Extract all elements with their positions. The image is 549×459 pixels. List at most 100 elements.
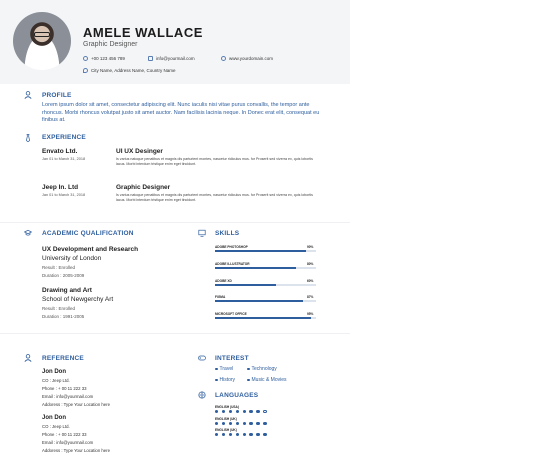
interest-item: History [215, 377, 235, 383]
address-contact: City Name, Address Name, Country Name [83, 68, 176, 73]
rating-dot-filled [242, 410, 246, 414]
rating-dot-filled [228, 421, 233, 425]
gamepad-icon [198, 355, 206, 361]
interest-item: Technology [247, 366, 277, 372]
candidate-role: Graphic Designer [83, 41, 138, 48]
reference-email: Email : info@yourmail.com [42, 440, 94, 445]
skill-name: ADOBE ILLUSTRATOR [215, 261, 250, 266]
interest-heading: INTEREST [215, 355, 249, 362]
rating-dot-filled [263, 421, 267, 425]
rating-dot-filled [249, 410, 253, 414]
rating-dot-filled [256, 421, 260, 425]
globe-icon [221, 56, 226, 61]
skill-percent: 90% [307, 245, 314, 249]
skill-bar [215, 250, 316, 252]
mail-icon [148, 56, 153, 61]
skill-bar-fill [215, 283, 276, 286]
address-text: City Name, Address Name, Country Name [91, 68, 176, 73]
reference-phone: Phone : + 00 11 222 33 [42, 386, 87, 391]
job-date: Jan 01 to March 31, 2018 [42, 157, 86, 161]
language-name: ENGLISH (UK) [215, 428, 237, 432]
skill-name: MICROSOFT OFFICE [215, 312, 247, 317]
skill-bar [215, 283, 316, 286]
language-rating [215, 410, 267, 414]
globe-icon [198, 391, 206, 399]
skill-bar-fill [215, 250, 306, 252]
reference-email: Email : info@yourmail.com [42, 394, 94, 399]
interest-label: Travel [219, 366, 234, 372]
profile-photo [13, 12, 71, 70]
rating-dot-filled [249, 421, 253, 425]
reference-phone: Phone : + 00 11 222 33 [42, 432, 87, 437]
job-description: Is varius natoque penatibus et magnis di… [116, 193, 313, 202]
section-divider [0, 222, 350, 223]
rating-dot-filled [221, 421, 226, 425]
skill-percent: 95% [307, 312, 314, 317]
reference-name: Jon Don [42, 369, 66, 375]
rating-dot-filled [228, 433, 233, 437]
rating-dot-filled [215, 410, 219, 414]
degree-title: UX Development and Research [42, 246, 139, 253]
bullet-icon [247, 378, 250, 382]
rating-dot-empty [263, 410, 267, 414]
reference-name: Jon Don [42, 415, 66, 421]
skill-bar [215, 317, 316, 320]
candidate-name: AMELE WALLACE [83, 25, 203, 40]
tie-icon [26, 134, 30, 142]
profile-text: Lorem ipsum dolor sit amet, consectetur … [42, 102, 320, 123]
academic-heading: ACADEMIC QUALIFICATION [42, 230, 134, 237]
rating-dot-filled [235, 410, 240, 414]
reference-address: Addoress : Type Your Location here [42, 448, 111, 453]
skill-name: ADOBE XD [215, 278, 232, 283]
school-name: School of Newgerchy Art [42, 296, 114, 303]
education-duration: Duration : 1991-2005 [42, 314, 85, 319]
website-text: www.yourdomain.com [229, 56, 274, 61]
skill-bar [215, 300, 316, 303]
rating-dot-filled [215, 433, 219, 437]
language-name: ENGLISH (UK) [215, 416, 237, 421]
interest-item: Music & Movies [247, 377, 287, 383]
skill-percent: 80% [307, 261, 314, 266]
bullet-icon [247, 367, 250, 371]
language-rating [215, 421, 267, 425]
profile-heading: PROFILE [42, 92, 72, 99]
bullet-icon [215, 367, 218, 371]
email-text: info@yourmail.com [156, 56, 195, 61]
resume-page: AMELE WALLACE Graphic Designer +00 123 4… [0, 0, 549, 459]
language-name: ENGLISH (USA) [215, 405, 239, 409]
education-result: Result : Enrolled [42, 265, 76, 270]
experience-heading: EXPERIENCE [42, 134, 86, 141]
reference-company: CO : Jeep Ltd. [42, 424, 70, 429]
skill-name: ADOBE PHOTOSHOP [215, 245, 248, 249]
rating-dot-filled [242, 421, 246, 425]
rating-dot-filled [221, 433, 226, 437]
rating-dot-filled [242, 433, 246, 437]
skills-heading: SKILLS [215, 230, 240, 237]
rating-dot-filled [235, 421, 240, 425]
skill-bar-fill [215, 317, 311, 320]
user-icon [24, 91, 32, 99]
degree-title: Drawing and Art [42, 287, 92, 294]
languages-heading: LANGUAGES [215, 392, 259, 399]
skill-name: FIGMA [215, 295, 226, 300]
skills-icon [198, 229, 206, 237]
reference-heading: REFERENCE [42, 355, 84, 362]
job-company: Envato Ltd. [42, 148, 78, 155]
language-rating [215, 433, 267, 437]
rating-dot-filled [249, 433, 253, 437]
phone-icon [83, 56, 88, 61]
rating-dot-filled [235, 433, 240, 437]
school-name: University of London [42, 255, 102, 262]
job-description: Is varius natoque penatibus et magnis di… [116, 157, 313, 166]
reference-address: Addoress : Type Your Location here [42, 402, 111, 407]
rating-dot-filled [256, 410, 260, 414]
reference-user-icon [24, 354, 32, 362]
interest-label: Technology [251, 366, 277, 372]
bullet-icon [215, 378, 218, 382]
reference-company: CO : Jeep Ltd. [42, 378, 70, 383]
phone-text: +00 123 456 789 [91, 56, 125, 61]
education-result: Result : Enrolled [42, 306, 76, 311]
rating-dot-filled [228, 410, 233, 414]
graduation-cap-icon [24, 229, 32, 236]
skill-bar [215, 266, 316, 269]
